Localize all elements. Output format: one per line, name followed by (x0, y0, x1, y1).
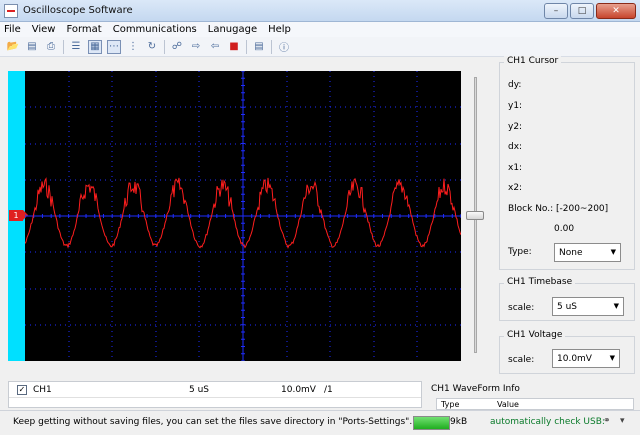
menu-language[interactable]: Lanugage (208, 24, 257, 35)
y1-label: y1: (508, 101, 523, 111)
type-label: Type: (508, 247, 532, 257)
list-icon[interactable]: ☰ (69, 40, 83, 54)
block-no-value: 0.00 (554, 224, 575, 234)
toolbar-separator (246, 39, 247, 54)
usb-icon[interactable]: ⚭ (603, 416, 611, 426)
waveform-info-title: CH1 WaveForm Info (431, 384, 520, 394)
voltage-scale-label: scale: (508, 355, 535, 365)
menu-format[interactable]: Format (66, 24, 101, 35)
connect-icon[interactable]: ☍ (170, 40, 184, 54)
waveform-col-type[interactable]: Type (441, 400, 459, 409)
dropdown-arrow-icon[interactable]: ▾ (620, 416, 625, 426)
ch1-checkbox[interactable]: ✓ (17, 385, 27, 395)
menu-help[interactable]: Help (268, 24, 291, 35)
timebase-panel-title: CH1 Timebase (504, 277, 576, 287)
toolbar-separator (164, 39, 165, 54)
channel-list: ✓ CH1 5 uS 10.0mV /1 (8, 381, 422, 408)
stop-icon[interactable]: ■ (227, 40, 241, 54)
transfer-progress-fill (414, 417, 449, 429)
usb-check-label: automatically check USB: (490, 417, 605, 427)
block-no-range: [-200~200] (556, 204, 609, 214)
channel-voltage: 10.0mV (281, 385, 316, 395)
title-bar: Oscilloscope Software – □ ✕ (0, 0, 640, 22)
voltage-scale-value: 10.0mV (557, 353, 592, 364)
import-icon[interactable]: ⇨ (189, 40, 203, 54)
offset-slider-handle[interactable] (466, 211, 484, 220)
help-icon[interactable]: ⓘ (277, 40, 291, 54)
save-icon[interactable]: ▤ (25, 40, 39, 54)
voltage-panel-title: CH1 Voltage (504, 330, 566, 340)
dx-label: dx: (508, 142, 523, 152)
transfer-progress (413, 416, 450, 430)
scope-grid (25, 71, 461, 361)
status-bar: Keep getting without saving files, you c… (0, 410, 640, 435)
toolbar: 📂 ▤ ⎙ ☰ ▦ ⋯ ⋮ ↻ ☍ ⇨ ⇦ ■ ▤ ⓘ (0, 37, 640, 57)
oscilloscope-display[interactable]: 1 (8, 71, 461, 361)
waveform-col-value[interactable]: Value (497, 400, 519, 409)
toolbar-separator (271, 39, 272, 54)
channel-name: CH1 (33, 385, 52, 395)
app-icon (4, 3, 18, 18)
y2-label: y2: (508, 122, 523, 132)
close-button[interactable]: ✕ (596, 3, 636, 19)
print-icon[interactable]: ⎙ (44, 40, 58, 54)
screenshot-icon[interactable]: ▤ (252, 40, 266, 54)
timebase-panel: CH1 Timebase scale: 5 uS (499, 277, 635, 321)
menu-communications[interactable]: Communications (113, 24, 197, 35)
cursor-type-select[interactable]: None (554, 243, 621, 262)
grid-lines (25, 71, 461, 361)
export-icon[interactable]: ⇦ (208, 40, 222, 54)
refresh-icon[interactable]: ↻ (145, 40, 159, 54)
toolbar-separator (63, 39, 64, 54)
menu-bar: File View Format Communications Lanugage… (0, 22, 640, 37)
x1-label: x1: (508, 163, 523, 173)
voltage-panel: CH1 Voltage scale: 10.0mV (499, 330, 635, 374)
cursor-panel-title: CH1 Cursor (504, 56, 562, 66)
grid-icon[interactable]: ▦ (88, 39, 102, 54)
points-icon[interactable]: ⋮ (126, 40, 140, 54)
timebase-scale-value: 5 uS (557, 301, 578, 312)
window-title: Oscilloscope Software (23, 5, 133, 16)
window-controls: – □ ✕ (542, 3, 636, 19)
waveform-info-table: Type Value (436, 398, 634, 410)
voltage-scale-select[interactable]: 10.0mV (552, 349, 620, 368)
timebase-scale-select[interactable]: 5 uS (552, 297, 624, 316)
maximize-button[interactable]: □ (570, 3, 594, 19)
block-no-label: Block No.: (508, 204, 554, 214)
menu-file[interactable]: File (4, 24, 21, 35)
dy-label: dy: (508, 80, 522, 90)
channel-timebase: 5 uS (189, 385, 210, 395)
channel-level-marker[interactable]: 1 (9, 210, 28, 221)
channel-row[interactable]: ✓ CH1 5 uS 10.0mV /1 (9, 382, 421, 398)
cursor-type-value: None (559, 247, 583, 258)
minimize-button[interactable]: – (544, 3, 568, 19)
menu-view[interactable]: View (32, 24, 56, 35)
open-folder-icon[interactable]: 📂 (6, 40, 20, 54)
dash-line-icon[interactable]: ⋯ (107, 39, 121, 54)
status-message: Keep getting without saving files, you c… (13, 417, 413, 427)
channel-probe: /1 (324, 385, 333, 395)
x2-label: x2: (508, 183, 523, 193)
timebase-scale-label: scale: (508, 303, 535, 313)
cursor-panel: CH1 Cursor dy: y1: y2: dx: x1: x2: Block… (499, 56, 635, 270)
transfer-size: 9kB (450, 417, 468, 427)
